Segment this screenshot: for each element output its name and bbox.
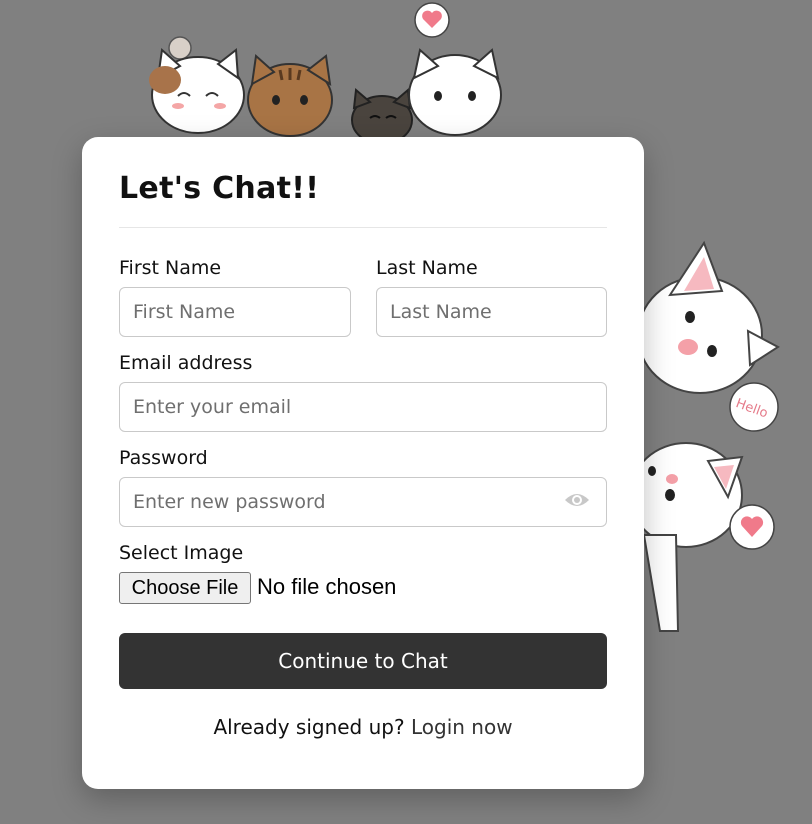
choose-file-button[interactable]: Choose File: [119, 572, 251, 604]
last-name-field[interactable]: [376, 287, 607, 337]
first-name-label: First Name: [119, 257, 222, 279]
cats-top-illustration: [149, 2, 502, 145]
login-now-link[interactable]: Login now: [411, 715, 513, 739]
login-prompt: Already signed up? Login now: [82, 715, 644, 739]
hello-bubble: Hello: [729, 382, 779, 432]
continue-to-chat-button[interactable]: Continue to Chat: [119, 633, 607, 689]
white-cat-icon: [408, 48, 502, 136]
heart-bubble-icon: [414, 2, 450, 38]
cats-side-illustration: Hello: [630, 240, 780, 632]
title-divider: [119, 227, 607, 228]
form-title: Let's Chat!!: [119, 171, 320, 206]
last-name-label: Last Name: [376, 257, 478, 279]
login-prompt-text: Already signed up?: [213, 715, 405, 739]
file-status-text: No file chosen: [257, 574, 397, 599]
signup-card: Let's Chat!! First Name Last Name Email …: [82, 137, 644, 789]
password-label: Password: [119, 447, 208, 469]
select-image-label: Select Image: [119, 542, 244, 564]
email-field[interactable]: [119, 382, 607, 432]
eye-icon[interactable]: [564, 490, 590, 510]
password-field[interactable]: [119, 477, 607, 527]
yarn-ball-icon: [168, 36, 192, 60]
first-name-field[interactable]: [119, 287, 351, 337]
tabby-cat-icon: [247, 54, 333, 137]
peeking-cat-top-icon: [637, 240, 780, 394]
dark-cat-icon: [351, 88, 413, 145]
peeking-cat-bottom-icon: [630, 442, 744, 632]
calico-cat-icon: [149, 48, 245, 134]
heart-bubble-side-icon: [729, 504, 775, 550]
email-label: Email address: [119, 352, 253, 374]
